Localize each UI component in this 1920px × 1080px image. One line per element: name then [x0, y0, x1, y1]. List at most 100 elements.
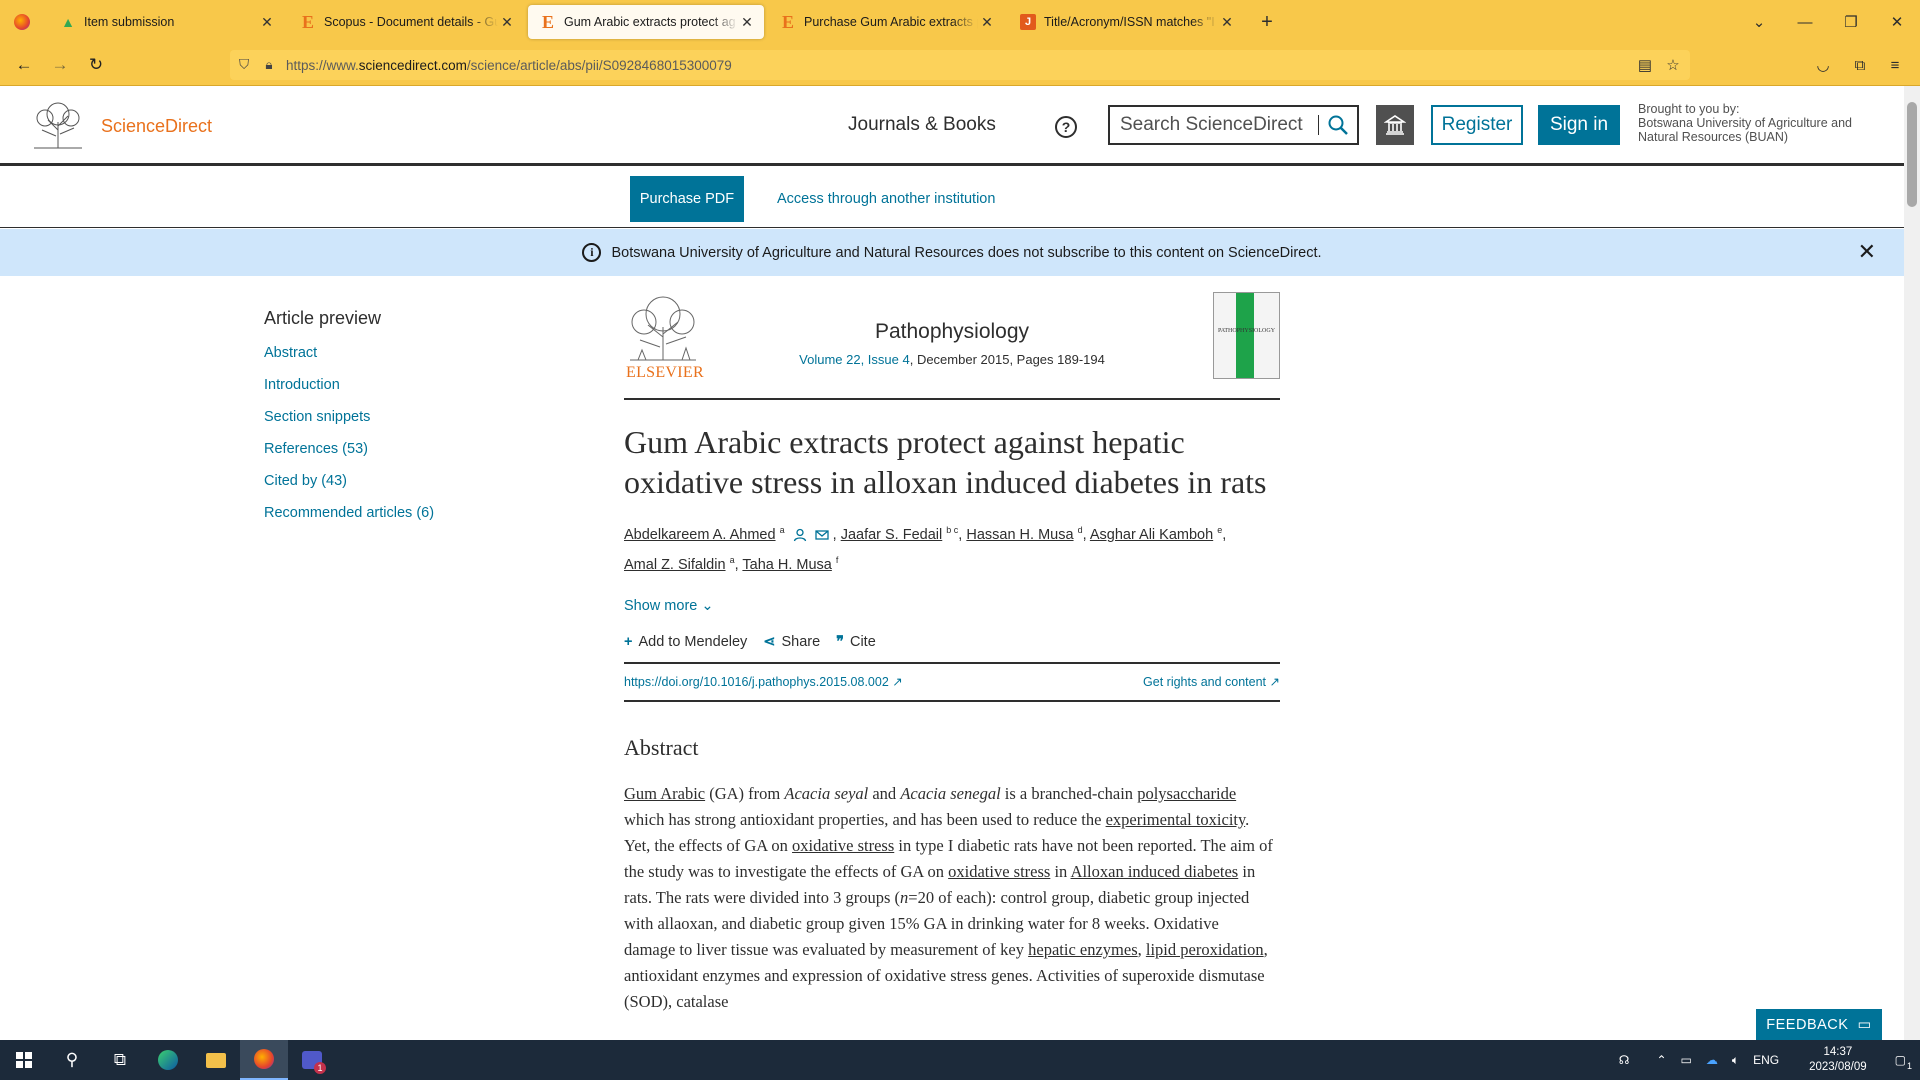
bookmark-star-icon[interactable]: ☆	[1658, 50, 1688, 80]
close-tab-icon[interactable]: ✕	[738, 14, 756, 31]
firefox-taskbar-icon[interactable]	[240, 1040, 288, 1080]
nav-link-introduction[interactable]: Introduction	[264, 377, 524, 393]
elsevier-tree-logo-icon[interactable]	[30, 100, 86, 150]
tab-gum-arabic-active[interactable]: E Gum Arabic extracts protect ag ✕	[528, 5, 764, 39]
term-link[interactable]: lipid peroxidation	[1146, 940, 1264, 959]
author-affiliation[interactable]: b c	[946, 525, 958, 535]
elsevier-e-icon: E	[301, 11, 314, 32]
author-link[interactable]: Abdelkareem A. Ahmed	[624, 527, 776, 543]
cite-button[interactable]: ❞ Cite	[836, 634, 876, 650]
journal-title[interactable]: Pathophysiology	[624, 320, 1280, 344]
clock[interactable]: 14:37 2023/08/09	[1802, 1045, 1874, 1075]
close-tab-icon[interactable]: ✕	[1218, 14, 1236, 31]
tab-scopus[interactable]: E Scopus - Document details - Gu ✕	[288, 5, 524, 39]
tab-purchase[interactable]: E Purchase Gum Arabic extracts p ✕	[768, 5, 1004, 39]
author-affiliation[interactable]: e	[1217, 525, 1222, 535]
term-link[interactable]: experimental toxicity	[1106, 810, 1246, 829]
register-button[interactable]: Register	[1431, 105, 1523, 145]
volume-details: , December 2015, Pages 189-194	[909, 352, 1105, 367]
purchase-pdf-button[interactable]: Purchase PDF	[630, 176, 744, 222]
search-icon[interactable]: ⚲	[48, 1040, 96, 1080]
lock-icon[interactable]: 🔒︎	[258, 57, 280, 73]
navigation-bar: ← → ↻ ⛉ 🔒︎ https://www.sciencedirect.com…	[0, 44, 1920, 86]
search-icon[interactable]	[1327, 114, 1349, 136]
author-affiliation[interactable]: f	[836, 555, 839, 565]
pocket-icon[interactable]: ◡	[1808, 50, 1838, 80]
close-tab-icon[interactable]: ✕	[258, 14, 276, 31]
url-path: /science/article/abs/pii/S09284680153000…	[466, 57, 732, 73]
author-link[interactable]: Taha H. Musa	[742, 557, 831, 573]
share-button[interactable]: ⋖ Share	[763, 634, 820, 650]
back-icon[interactable]: ←	[6, 49, 42, 81]
chevron-up-icon[interactable]: ⌃	[1656, 1053, 1666, 1067]
nav-link-section-snippets[interactable]: Section snippets	[264, 409, 524, 425]
nav-link-references[interactable]: References (53)	[264, 441, 524, 457]
new-tab-button[interactable]: +	[1250, 11, 1284, 34]
file-explorer-icon[interactable]	[192, 1040, 240, 1080]
author-link[interactable]: Asghar Ali Kamboh	[1090, 527, 1213, 543]
institution-icon[interactable]	[1376, 105, 1414, 145]
notifications-icon[interactable]: ▢ 1	[1895, 1053, 1912, 1071]
list-tabs-icon[interactable]: ⌄	[1736, 0, 1782, 44]
url-bar[interactable]: ⛉ 🔒︎ https://www.sciencedirect.com/scien…	[230, 50, 1690, 80]
onedrive-icon[interactable]: ☁	[1706, 1053, 1718, 1067]
access-another-institution-link[interactable]: Access through another institution	[777, 191, 995, 207]
page-scrollbar[interactable]	[1904, 86, 1920, 1040]
author-link[interactable]: Amal Z. Sifaldin	[624, 557, 726, 573]
nav-link-recommended[interactable]: Recommended articles (6)	[264, 505, 524, 521]
forward-icon[interactable]: →	[42, 49, 78, 81]
reload-icon[interactable]: ↻	[78, 49, 114, 81]
author-link[interactable]: Jaafar S. Fedail	[841, 527, 943, 543]
rights-link[interactable]: Get rights and content ↗	[1143, 674, 1280, 689]
close-tab-icon[interactable]: ✕	[498, 14, 516, 31]
close-window-button[interactable]: ✕	[1874, 0, 1920, 44]
nav-link-abstract[interactable]: Abstract	[264, 345, 524, 361]
volume-icon[interactable]: 🔈︎	[1732, 1053, 1739, 1068]
extensions-icon[interactable]: ⧉	[1845, 50, 1875, 80]
task-view-icon[interactable]: ⧉	[96, 1040, 144, 1080]
windows-start-icon[interactable]	[0, 1040, 48, 1080]
journal-cover-image[interactable]: PATHOPHYSIOLOGY	[1213, 292, 1280, 379]
add-mendeley-button[interactable]: + Add to Mendeley	[624, 634, 747, 650]
email-icon[interactable]	[814, 528, 829, 542]
term-link[interactable]: polysaccharide	[1137, 784, 1236, 803]
doi-link[interactable]: https://doi.org/10.1016/j.pathophys.2015…	[624, 674, 903, 689]
person-icon[interactable]	[793, 528, 807, 542]
help-icon[interactable]: ?	[1055, 116, 1077, 138]
search-input[interactable]: Search ScienceDirect	[1108, 105, 1359, 145]
edge-icon[interactable]	[144, 1040, 192, 1080]
author-affiliation[interactable]: a	[730, 555, 735, 565]
scrollbar-thumb[interactable]	[1907, 102, 1917, 207]
restore-button[interactable]: ❐	[1828, 0, 1874, 44]
network-icon[interactable]: ▭	[1681, 1053, 1692, 1067]
sign-in-button[interactable]: Sign in	[1538, 105, 1620, 145]
volume-issue-link[interactable]: Volume 22, Issue 4	[799, 352, 910, 367]
nav-link-cited-by[interactable]: Cited by (43)	[264, 473, 524, 489]
term-link[interactable]: oxidative stress	[948, 862, 1050, 881]
term-link[interactable]: Gum Arabic	[624, 784, 705, 803]
show-more-button[interactable]: Show more ⌄	[624, 598, 1280, 614]
firefox-menu-icon[interactable]	[0, 0, 44, 44]
term-link[interactable]: hepatic enzymes	[1028, 940, 1138, 959]
tab-title-acronym[interactable]: J Title/Acronym/ISSN matches "I ✕	[1008, 5, 1244, 39]
tab-item-submission[interactable]: ▲ Item submission ✕	[48, 5, 284, 39]
hamburger-menu-icon[interactable]: ≡	[1880, 50, 1910, 80]
journals-books-link[interactable]: Journals & Books	[848, 114, 996, 136]
close-notice-icon[interactable]: ✕	[1858, 239, 1876, 265]
term-link[interactable]: oxidative stress	[792, 836, 894, 855]
article-preview-nav: Article preview Abstract Introduction Se…	[264, 308, 524, 537]
term-link[interactable]: Alloxan induced diabetes	[1071, 862, 1239, 881]
minimize-button[interactable]: —	[1782, 0, 1828, 44]
reader-view-icon[interactable]: ▤	[1630, 50, 1660, 80]
shield-icon[interactable]: ⛉	[230, 57, 258, 73]
rights-text: Get rights and content	[1143, 675, 1267, 690]
author-affiliation[interactable]: d	[1078, 525, 1083, 535]
close-tab-icon[interactable]: ✕	[978, 14, 996, 31]
feedback-button[interactable]: FEEDBACK ▭	[1756, 1009, 1882, 1041]
people-icon[interactable]: ☊	[1619, 1053, 1630, 1067]
sciencedirect-logo[interactable]: ScienceDirect	[101, 116, 212, 137]
teams-icon[interactable]: 1	[288, 1040, 336, 1080]
language-indicator[interactable]: ENG	[1753, 1053, 1779, 1067]
author-link[interactable]: Hassan H. Musa	[966, 527, 1073, 543]
author-affiliation[interactable]: a	[780, 525, 785, 535]
